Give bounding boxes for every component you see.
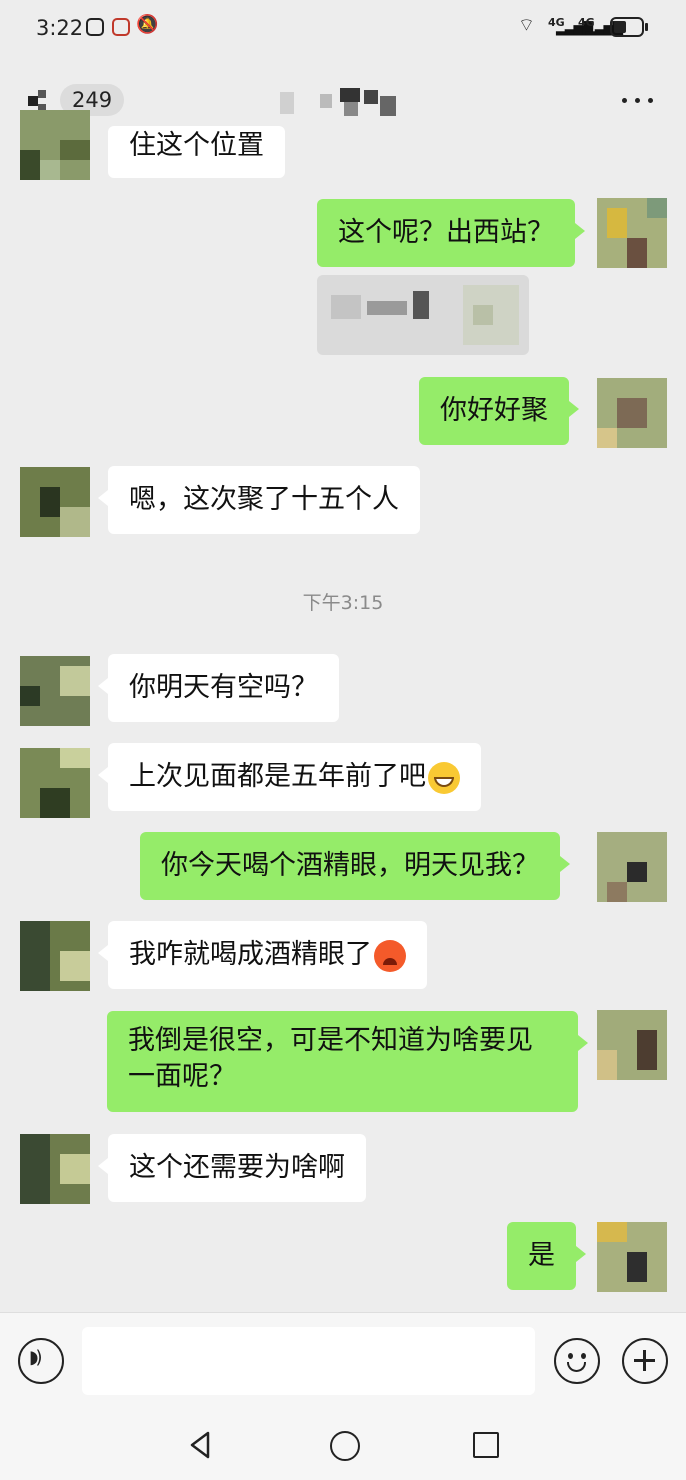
- message-bubble-incoming[interactable]: 上次见面都是五年前了吧: [98, 743, 481, 811]
- message-bubble-incoming[interactable]: 嗯，这次聚了十五个人: [98, 466, 420, 534]
- nav-back-triangle-icon[interactable]: [186, 1430, 216, 1460]
- hot-face-icon: [374, 939, 406, 972]
- message-input[interactable]: [82, 1327, 535, 1395]
- self-avatar[interactable]: [597, 1010, 667, 1080]
- message-bubble-incoming[interactable]: 住这个位置: [108, 126, 285, 178]
- grinning-face-icon: [428, 761, 460, 794]
- emoji-picker-icon[interactable]: [554, 1338, 600, 1384]
- message-bubble-outgoing[interactable]: 我倒是很空，可是不知道为啥要见一面呢？: [107, 1011, 588, 1112]
- contact-avatar[interactable]: [20, 748, 90, 818]
- message-bubble-outgoing[interactable]: 你好好聚: [419, 377, 579, 445]
- contact-avatar[interactable]: [20, 467, 90, 537]
- notification-app-icon: [112, 18, 130, 36]
- nav-home-circle-icon[interactable]: [330, 1431, 360, 1461]
- message-bubble-incoming[interactable]: 我咋就喝成酒精眼了: [98, 921, 427, 989]
- shared-card-pixelated[interactable]: [317, 275, 529, 355]
- notification-app-icon: [86, 18, 104, 36]
- message-bubble-outgoing[interactable]: 是: [507, 1222, 586, 1290]
- self-avatar[interactable]: [597, 1222, 667, 1292]
- chat-title-pixelated: [280, 86, 402, 118]
- contact-avatar[interactable]: [20, 921, 90, 991]
- message-bubble-outgoing[interactable]: 这个呢？出西站？: [317, 199, 585, 267]
- chat-timestamp: 下午3:15: [302, 592, 384, 614]
- contact-avatar[interactable]: [20, 656, 90, 726]
- voice-input-icon[interactable]: [18, 1338, 64, 1384]
- plus-icon[interactable]: [622, 1338, 668, 1384]
- self-avatar[interactable]: [597, 832, 667, 902]
- status-time: 3:22: [36, 16, 84, 40]
- self-avatar[interactable]: [597, 198, 667, 268]
- contact-avatar[interactable]: [20, 1134, 90, 1204]
- message-bubble-incoming[interactable]: 这个还需要为啥啊: [98, 1134, 366, 1202]
- mute-bell-icon: 🔕: [136, 14, 159, 35]
- more-options-icon[interactable]: [620, 88, 656, 112]
- contact-avatar[interactable]: [20, 110, 90, 180]
- message-bubble-outgoing[interactable]: 你今天喝个酒精眼，明天见我？: [140, 832, 570, 900]
- nav-recents-square-icon[interactable]: [473, 1432, 499, 1458]
- message-bubble-incoming[interactable]: 你明天有空吗？: [98, 654, 339, 722]
- message-text: 我咋就喝成酒精眼了: [129, 939, 372, 970]
- wifi-icon: ⌔: [518, 15, 535, 36]
- message-text: 上次见面都是五年前了吧: [129, 761, 426, 792]
- battery-icon: [610, 17, 644, 37]
- self-avatar[interactable]: [597, 378, 667, 448]
- status-bar: 3:22 🔕 ⌔ 4G ▂▃▅▇ 4G ▂▃▅▇: [0, 0, 686, 56]
